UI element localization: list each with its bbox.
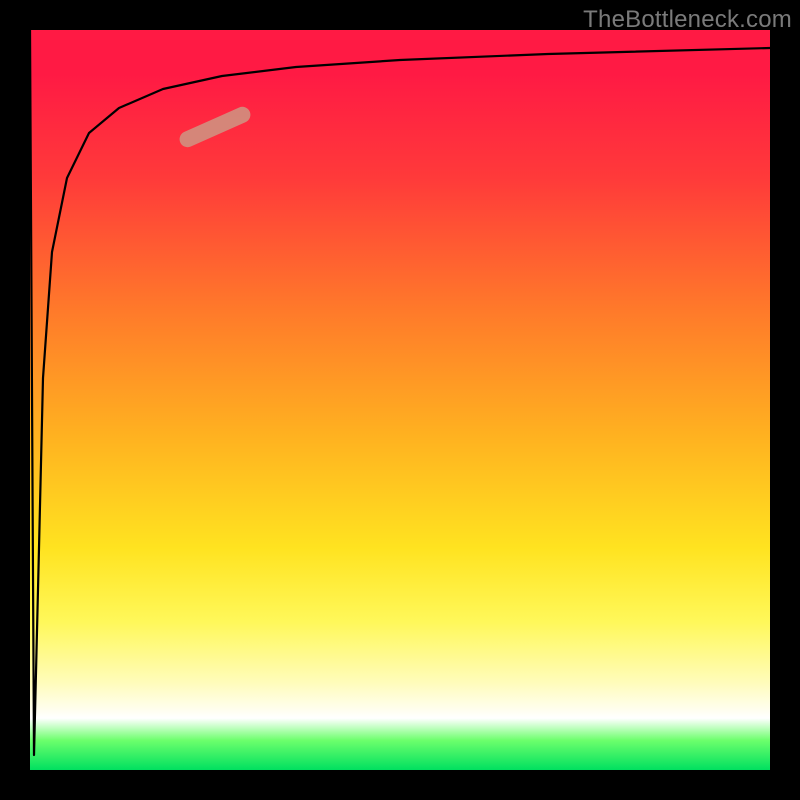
chart-container: TheBottleneck.com — [0, 0, 800, 800]
plot-area — [30, 30, 770, 770]
watermark-text: TheBottleneck.com — [583, 6, 792, 34]
